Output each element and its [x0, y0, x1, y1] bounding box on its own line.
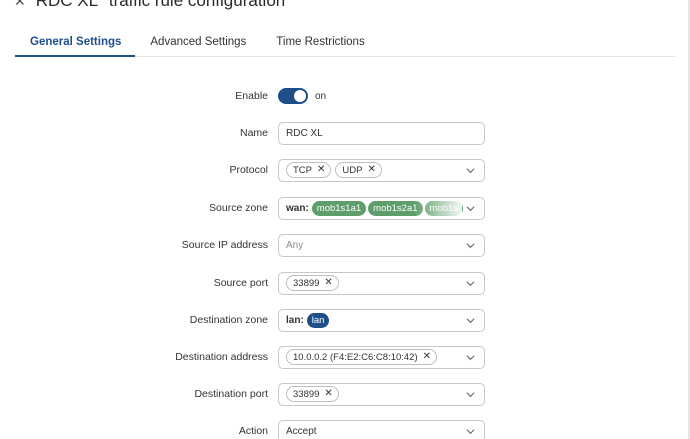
destination-port-label: Destination port: [194, 388, 268, 400]
name-value: RDC XL: [286, 127, 323, 139]
source-ip-placeholder: Any: [286, 239, 304, 251]
remove-chip-icon[interactable]: ✕: [324, 278, 332, 288]
source-port-row: Source port 33899 ✕: [0, 271, 690, 295]
zone-pill: lan: [306, 312, 330, 328]
source-port-chip: 33899 ✕: [286, 275, 339, 291]
toggle-knob: [294, 90, 306, 102]
destination-address-select[interactable]: 10.0.0.2 (F4:E2:C6:C8:10:42) ✕: [278, 345, 485, 369]
remove-chip-icon[interactable]: ✕: [367, 165, 375, 175]
enable-toggle[interactable]: [278, 88, 308, 104]
traffic-rule-page: ✕ RDC XL" traffic rule configuration Gen…: [0, 0, 690, 439]
remove-chip-icon[interactable]: ✕: [324, 389, 332, 399]
source-port-select[interactable]: 33899 ✕: [278, 271, 485, 295]
tab-time-restrictions[interactable]: Time Restrictions: [261, 28, 379, 56]
chip-label: 33899: [293, 388, 320, 400]
tab-bar: General Settings Advanced Settings Time …: [15, 28, 675, 57]
chevron-down-icon[interactable]: [466, 166, 475, 174]
zone-pill: mob1s1a1: [311, 200, 367, 216]
remove-chip-icon[interactable]: ✕: [423, 352, 431, 362]
chip-label: UDP: [342, 164, 363, 176]
source-ip-select[interactable]: Any: [278, 233, 485, 257]
zone-pill: mob1s2a1: [368, 200, 423, 216]
destination-address-chip: 10.0.0.2 (F4:E2:C6:C8:10:42) ✕: [286, 349, 438, 365]
source-zone-label: Source zone: [209, 202, 268, 214]
protocol-chip-tcp: TCP ✕: [286, 162, 332, 178]
action-row: Action Accept: [0, 419, 690, 439]
destination-port-chip: 33899 ✕: [286, 386, 339, 402]
close-icon[interactable]: ✕: [14, 0, 26, 8]
destination-port-row: Destination port 33899 ✕: [0, 382, 690, 406]
chevron-down-icon[interactable]: [466, 204, 475, 212]
name-row: Name RDC XL: [0, 121, 690, 145]
destination-port-select[interactable]: 33899 ✕: [278, 382, 485, 406]
enable-row: Enable on: [0, 84, 690, 108]
action-select[interactable]: Accept: [278, 419, 485, 439]
destination-zone-prefix: lan:: [286, 314, 304, 326]
title-bar: ✕ RDC XL" traffic rule configuration: [14, 0, 285, 11]
source-zone-select[interactable]: wan: mob1s1a1 mob1s2a1 mob1s: [278, 196, 485, 220]
destination-zone-label: Destination zone: [189, 314, 268, 326]
action-label: Action: [238, 425, 268, 437]
destination-zone-row: Destination zone lan: lan: [0, 308, 690, 332]
protocol-row: Protocol TCP ✕ UDP ✕: [0, 158, 690, 182]
enable-toggle-group: on: [278, 88, 326, 104]
name-input[interactable]: RDC XL: [278, 121, 485, 145]
chip-label: TCP: [293, 164, 312, 176]
destination-address-label: Destination address: [175, 351, 268, 363]
zone-pill: mob1s: [424, 200, 464, 216]
source-port-label: Source port: [213, 277, 268, 289]
chevron-down-icon[interactable]: [466, 279, 475, 287]
source-ip-row: Source IP address Any: [0, 233, 690, 257]
protocol-select[interactable]: TCP ✕ UDP ✕: [278, 158, 485, 182]
destination-zone-select[interactable]: lan: lan: [278, 308, 485, 332]
enable-label: Enable: [235, 90, 268, 102]
chip-label: 10.0.0.2 (F4:E2:C6:C8:10:42): [293, 351, 418, 363]
remove-chip-icon[interactable]: ✕: [317, 165, 325, 175]
action-value: Accept: [286, 425, 317, 437]
tab-advanced-settings[interactable]: Advanced Settings: [135, 28, 261, 56]
source-ip-label: Source IP address: [181, 239, 268, 251]
chevron-down-icon[interactable]: [466, 353, 475, 361]
chevron-down-icon[interactable]: [466, 390, 475, 398]
destination-address-row: Destination address 10.0.0.2 (F4:E2:C6:C…: [0, 345, 690, 369]
source-zone-prefix: wan:: [286, 202, 309, 214]
tab-general-settings[interactable]: General Settings: [15, 28, 136, 57]
protocol-chip-udp: UDP ✕: [335, 162, 382, 178]
protocol-label: Protocol: [229, 164, 268, 176]
chevron-down-icon[interactable]: [466, 427, 475, 435]
enable-state-text: on: [315, 90, 327, 102]
chevron-down-icon[interactable]: [466, 316, 475, 324]
source-zone-row: Source zone wan: mob1s1a1 mob1s2a1 mob1s: [0, 196, 690, 220]
chip-label: 33899: [293, 277, 320, 289]
page-title: RDC XL" traffic rule configuration: [35, 0, 286, 10]
name-label: Name: [239, 127, 268, 139]
chevron-down-icon[interactable]: [466, 241, 475, 249]
